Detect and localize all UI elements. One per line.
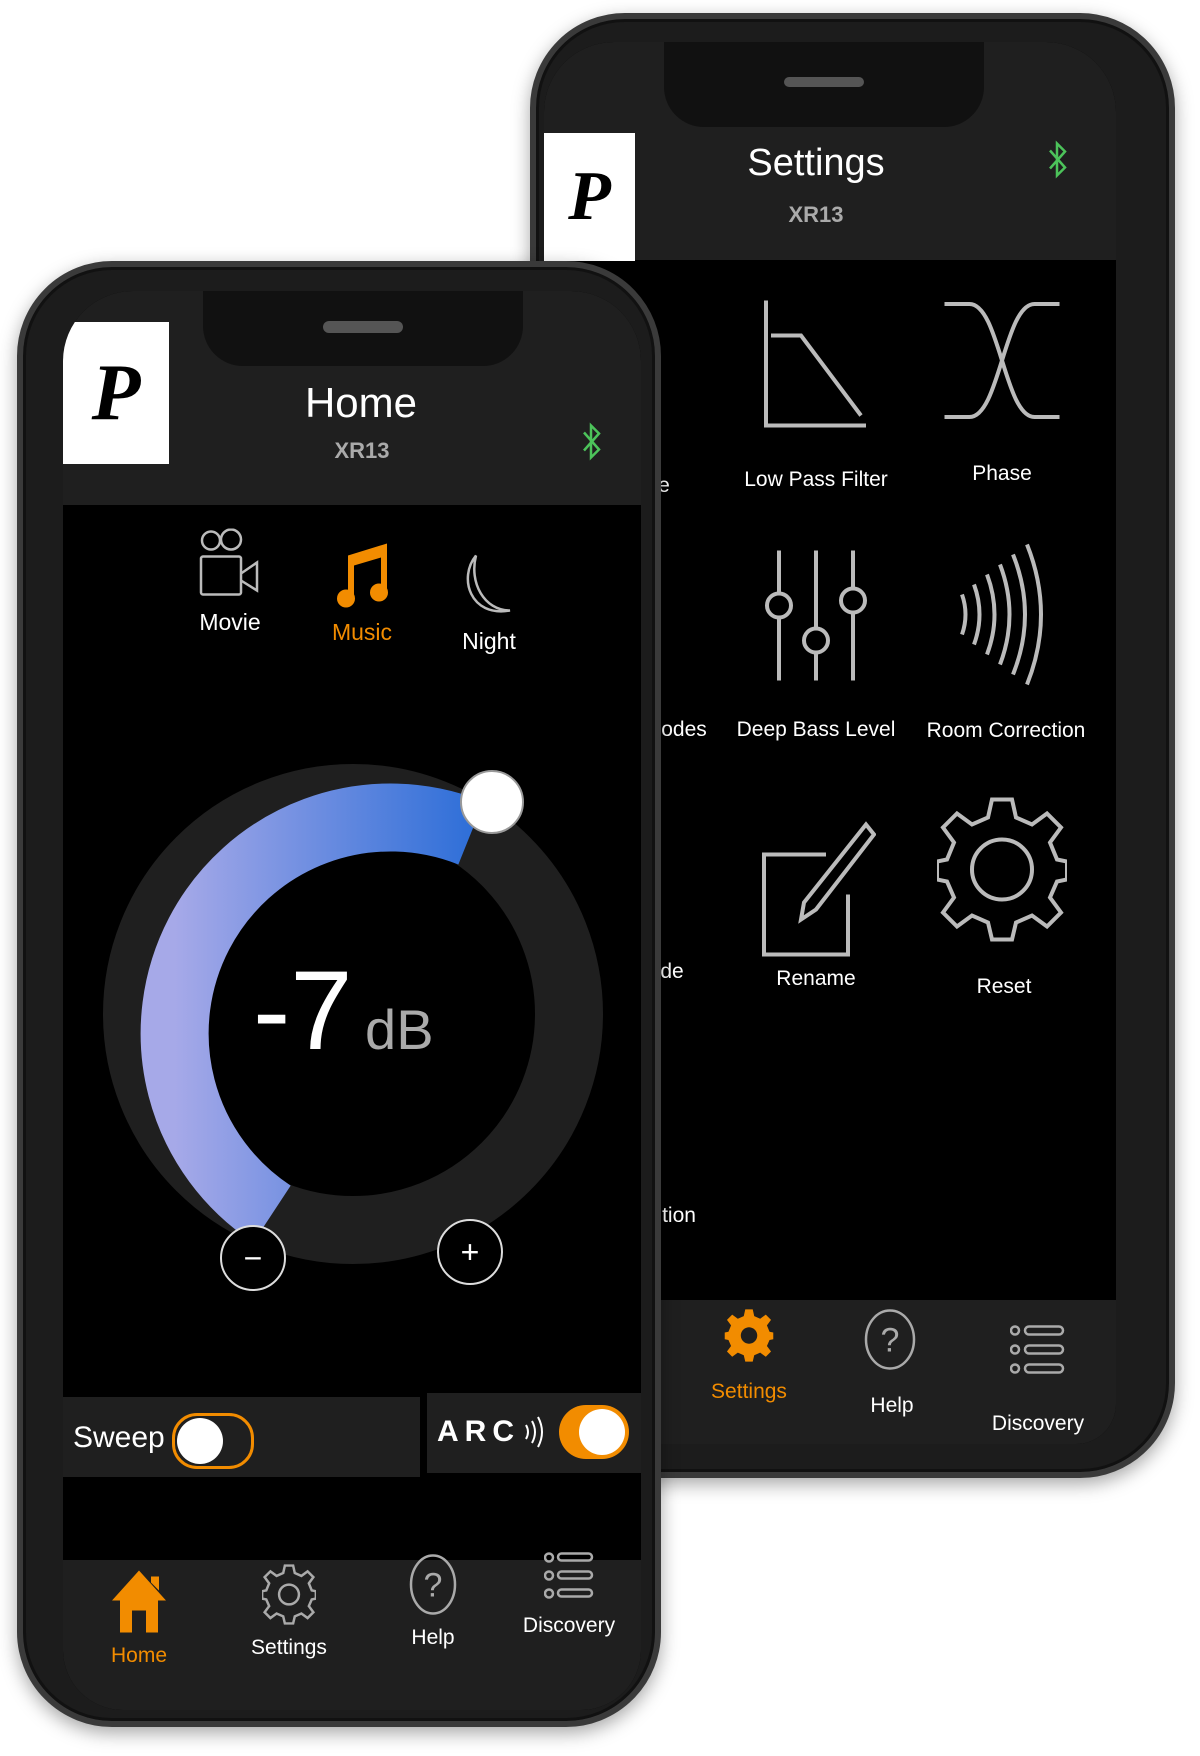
volume-unit: dB [365, 998, 434, 1061]
tab-bar: Home Settings ? Help Discovery [63, 1552, 641, 1710]
arc-toggle[interactable] [559, 1405, 629, 1459]
moon-icon [464, 553, 514, 624]
help-icon: ? [408, 1553, 458, 1622]
logo: P [544, 133, 635, 261]
bluetooth-icon[interactable] [1047, 140, 1069, 185]
device-name: XR13 [334, 438, 390, 463]
phase-icon [940, 299, 1065, 429]
volume-up-button[interactable]: + [437, 1219, 503, 1285]
room-correction-icon [947, 540, 1057, 695]
volume-down-button[interactable]: − [220, 1225, 286, 1291]
gear-icon [935, 795, 1069, 950]
arc-label: ARC [437, 1415, 520, 1448]
help-icon: ? [863, 1308, 917, 1377]
sliders-icon [761, 546, 871, 691]
home-screen: P Home XR13 Movie Music Night -7 dB − + … [63, 291, 641, 1710]
sweep-toggle[interactable] [172, 1413, 254, 1469]
dial-thumb [460, 770, 524, 834]
volume-value: -7 dB [253, 948, 434, 1073]
movie-camera-icon [199, 528, 261, 604]
arc-waves-icon [523, 1415, 547, 1454]
home-icon [111, 1569, 167, 1640]
sweep-label: Sweep [73, 1421, 165, 1454]
bluetooth-icon[interactable] [581, 422, 603, 467]
sweep-panel: Sweep [63, 1397, 420, 1477]
logo: P [63, 322, 169, 464]
page-title: Home [304, 379, 418, 426]
gear-icon [721, 1308, 777, 1369]
arc-panel: ARC [427, 1393, 641, 1473]
edit-icon [756, 815, 877, 970]
low-pass-filter-icon [761, 296, 871, 441]
notch [203, 291, 523, 366]
notch [664, 42, 984, 127]
list-icon [1009, 1323, 1066, 1382]
device-name: XR13 [788, 202, 844, 227]
svg-text:?: ? [424, 1567, 443, 1605]
page-title: Settings [747, 142, 885, 184]
svg-text:?: ? [881, 1322, 900, 1360]
list-icon [543, 1551, 594, 1606]
music-note-icon [335, 542, 389, 613]
gear-icon [260, 1564, 318, 1631]
